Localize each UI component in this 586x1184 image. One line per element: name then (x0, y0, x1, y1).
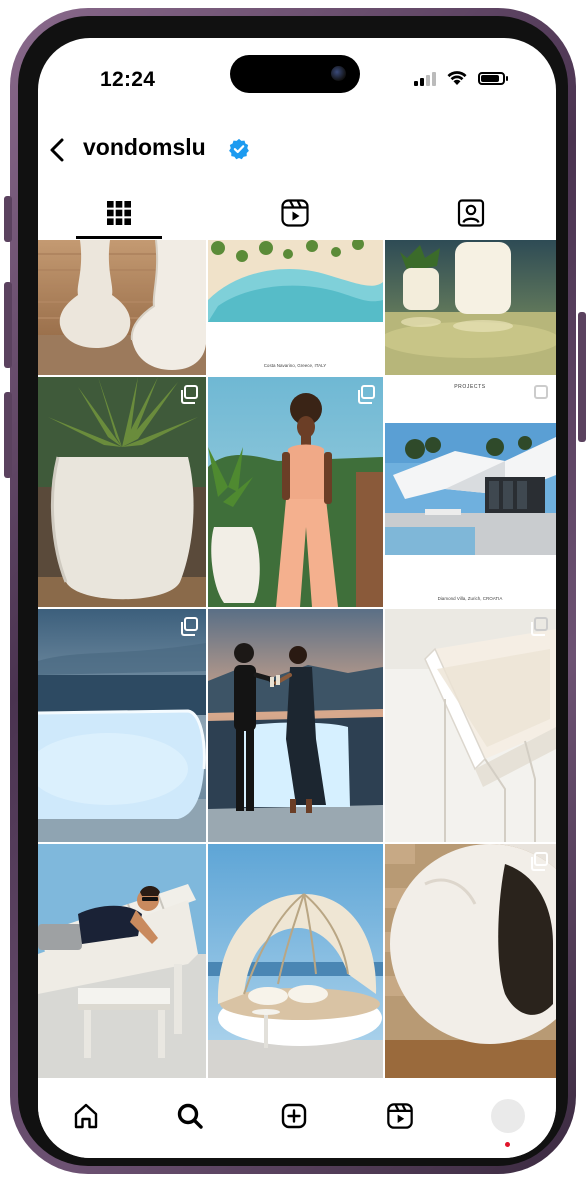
post-tile[interactable] (38, 609, 206, 842)
camera-icon (331, 66, 346, 81)
reels-icon (281, 199, 309, 227)
search-icon (177, 1103, 203, 1129)
post-tile[interactable] (208, 844, 383, 1078)
profile-header: vondomslu (38, 132, 556, 172)
post-image: PROJECTS Diamond Villa, Zurich, CROATIA (385, 377, 556, 607)
status-bar: 12:24 (38, 38, 556, 118)
nav-home[interactable] (66, 1096, 106, 1136)
post-tile[interactable] (208, 377, 383, 607)
avatar (491, 1099, 525, 1133)
battery-icon (478, 72, 505, 85)
post-tile[interactable] (385, 609, 556, 842)
post-image (38, 844, 206, 1078)
nav-search[interactable] (170, 1096, 210, 1136)
post-image (385, 240, 556, 375)
nav-profile[interactable] (488, 1096, 528, 1136)
post-image (385, 609, 556, 842)
post-tile[interactable]: PROJECTS Diamond Villa, Zurich, CROATIA (385, 377, 556, 607)
action-button (4, 196, 12, 242)
screen: 12:24 vondomslu Costa Navarino, Greece, … (38, 38, 556, 1158)
reels-icon (387, 1103, 413, 1129)
create-icon (281, 1103, 307, 1129)
grid-icon (107, 201, 131, 225)
nav-create[interactable] (274, 1096, 314, 1136)
wifi-icon (447, 71, 467, 85)
volume-up-button (4, 282, 12, 368)
power-button (578, 312, 586, 442)
post-tile[interactable]: Costa Navarino, Greece, ITALY (208, 240, 383, 375)
notification-dot (505, 1142, 510, 1147)
multi-post-icon (531, 385, 548, 404)
multi-post-icon (531, 852, 548, 871)
post-image (208, 609, 383, 842)
post-tile[interactable] (385, 240, 556, 375)
post-caption: Diamond Villa, Zurich, CROATIA (438, 596, 503, 601)
post-image: Costa Navarino, Greece, ITALY (208, 240, 383, 375)
chevron-left-icon[interactable] (44, 134, 74, 166)
profile-tabs (38, 188, 556, 240)
multi-post-icon (531, 617, 548, 636)
post-image (38, 609, 206, 842)
post-tile[interactable] (38, 377, 206, 607)
verified-badge-icon (229, 138, 249, 160)
multi-post-icon (181, 617, 198, 636)
active-tab-indicator (76, 236, 162, 239)
bottom-navigation (38, 1078, 556, 1158)
posts-grid: Costa Navarino, Greece, ITALY PROJECTS D… (38, 240, 556, 1078)
post-image (385, 844, 556, 1078)
tab-posts[interactable] (76, 188, 162, 238)
post-image (208, 844, 383, 1078)
battery-tip (506, 76, 508, 81)
multi-post-icon (181, 385, 198, 404)
cellular-signal-icon (414, 72, 438, 86)
post-tile[interactable] (385, 844, 556, 1078)
tagged-icon (457, 199, 485, 227)
tab-tagged[interactable] (428, 188, 514, 238)
clock: 12:24 (100, 68, 156, 91)
home-icon (74, 1103, 98, 1129)
post-tile[interactable] (208, 609, 383, 842)
post-image (38, 240, 206, 375)
post-image (38, 377, 206, 607)
volume-down-button (4, 392, 12, 478)
post-tile[interactable] (38, 240, 206, 375)
profile-username: vondomslu (83, 134, 206, 160)
nav-reels[interactable] (380, 1096, 420, 1136)
post-image (208, 377, 383, 607)
post-tile[interactable] (38, 844, 206, 1078)
tab-reels[interactable] (252, 188, 338, 238)
post-caption: Costa Navarino, Greece, ITALY (264, 363, 327, 368)
post-heading: PROJECTS (454, 384, 486, 390)
dynamic-island (230, 55, 360, 93)
multi-post-icon (358, 385, 375, 404)
